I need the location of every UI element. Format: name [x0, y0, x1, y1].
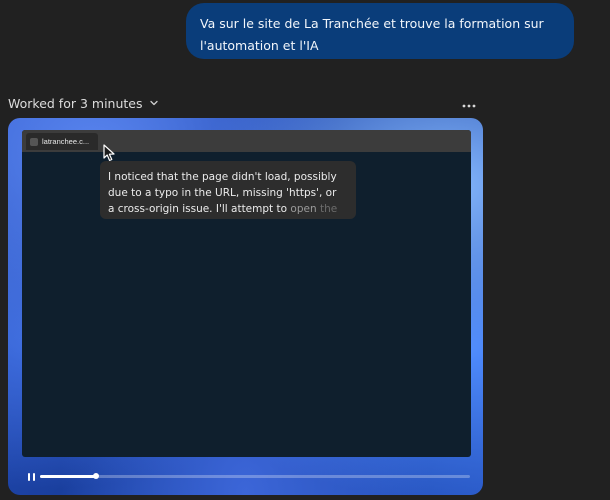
user-message-bubble: Va sur le site de La Tranchée et trouve … [186, 3, 574, 59]
mouse-cursor-icon [102, 144, 118, 162]
playback-progress-fill [40, 475, 96, 478]
agent-thought-bubble: I noticed that the page didn't load, pos… [100, 161, 356, 219]
browser-tab-bar: latranchee.c... [22, 130, 471, 152]
favicon-icon [30, 137, 38, 146]
playback-progress-knob[interactable] [92, 473, 99, 479]
pause-icon [26, 473, 36, 481]
agent-thought-fade-2: the [319, 203, 338, 215]
more-options-button[interactable] [458, 93, 480, 111]
pause-button[interactable] [25, 471, 37, 483]
agent-thought-fade-1: open [290, 203, 317, 215]
user-message-text: Va sur le site de La Tranchée et trouve … [200, 16, 544, 53]
playback-progress-bar[interactable] [40, 473, 470, 479]
browser-tab[interactable]: latranchee.c... [26, 133, 98, 150]
browser-tab-title: latranchee.c... [42, 137, 90, 146]
chevron-down-icon [149, 98, 159, 108]
more-horizontal-icon [462, 93, 476, 112]
worked-for-toggle[interactable]: Worked for 3 minutes [8, 94, 159, 112]
chat-page: Va sur le site de La Tranchée et trouve … [0, 0, 610, 500]
worked-for-label: Worked for 3 minutes [8, 95, 143, 111]
